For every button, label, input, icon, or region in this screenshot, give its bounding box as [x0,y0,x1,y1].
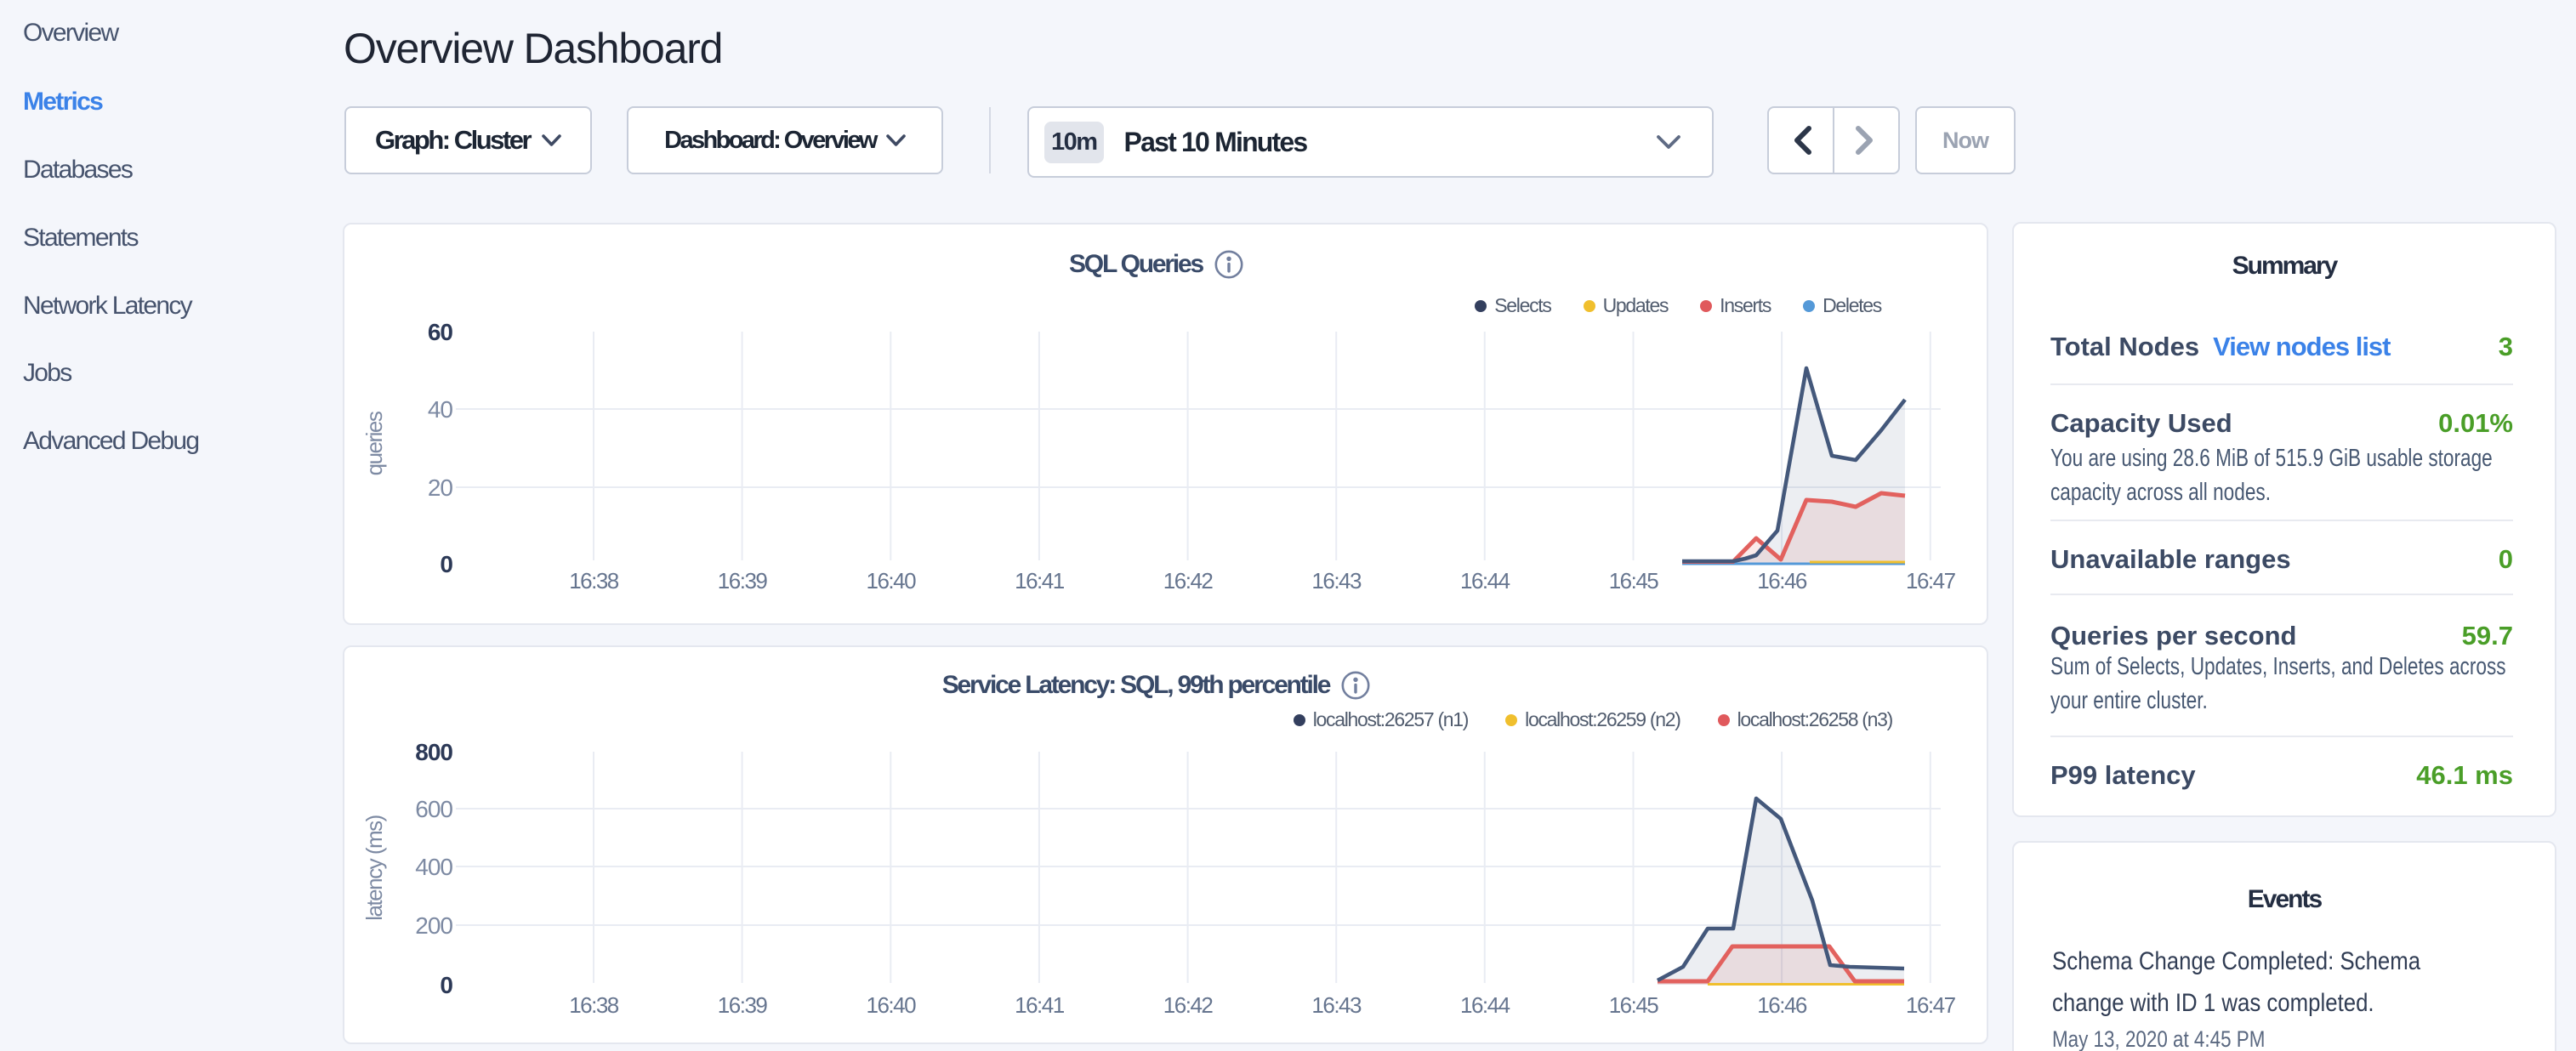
svg-text:16:39: 16:39 [718,568,768,594]
svg-text:16:42: 16:42 [1163,568,1214,594]
svg-text:16:43: 16:43 [1311,568,1362,594]
svg-text:600: 600 [415,796,452,822]
svg-text:60: 60 [428,319,453,345]
svg-text:400: 400 [415,854,452,880]
svg-text:16:38: 16:38 [569,992,619,1018]
svg-text:16:46: 16:46 [1757,568,1807,594]
svg-text:16:41: 16:41 [1015,568,1065,594]
svg-text:16:45: 16:45 [1609,568,1659,594]
svg-text:800: 800 [415,739,452,765]
svg-text:16:46: 16:46 [1757,992,1807,1018]
svg-text:16:43: 16:43 [1311,992,1362,1018]
svg-text:16:38: 16:38 [569,568,619,594]
svg-text:20: 20 [428,474,453,501]
svg-text:16:45: 16:45 [1609,992,1659,1018]
svg-text:queries: queries [361,411,387,475]
svg-text:16:44: 16:44 [1460,992,1510,1018]
svg-text:16:40: 16:40 [867,568,917,594]
svg-text:0: 0 [440,551,452,577]
svg-text:16:42: 16:42 [1163,992,1214,1018]
svg-text:16:41: 16:41 [1015,992,1065,1018]
svg-text:16:39: 16:39 [718,992,768,1018]
svg-text:latency (ms): latency (ms) [361,815,387,920]
svg-text:16:44: 16:44 [1460,568,1510,594]
svg-text:0: 0 [440,972,452,998]
svg-text:16:40: 16:40 [867,992,917,1018]
svg-text:40: 40 [428,396,453,423]
svg-text:16:47: 16:47 [1906,992,1956,1018]
svg-text:16:47: 16:47 [1906,568,1956,594]
svg-text:200: 200 [415,912,452,939]
